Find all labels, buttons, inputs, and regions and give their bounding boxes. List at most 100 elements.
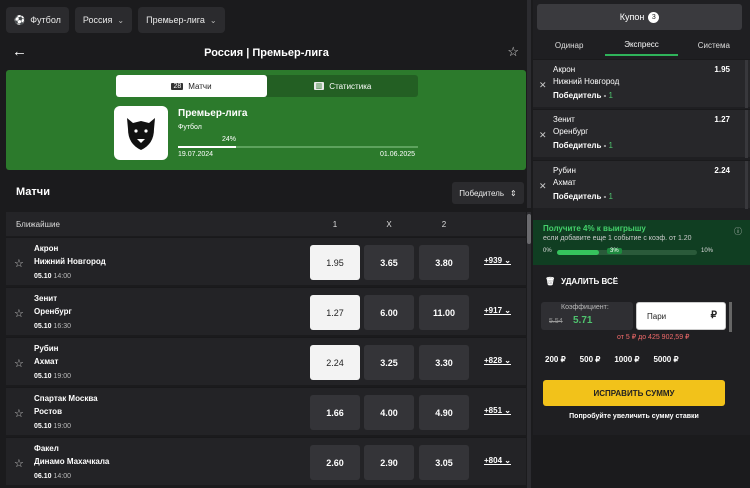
bet-odd: 1.95 (714, 65, 730, 74)
coupon-scrollbar[interactable] (729, 302, 732, 332)
bet-list-scrollbar[interactable] (745, 60, 748, 108)
sort-updown-icon: ⇕ (510, 188, 517, 198)
page-title: Россия | Премьер-лига (204, 47, 329, 59)
breadcrumb-football[interactable]: ⚽ Футбол (6, 7, 69, 33)
odd-x-button[interactable]: 3.25 (364, 345, 414, 380)
list-header: Ближайшие 1 X 2 (6, 212, 526, 236)
season-progress-fill (178, 146, 236, 148)
tab-system[interactable]: Система (678, 34, 750, 56)
match-row: ☆ Зенит Оренбург 05.10 16:30 1.27 6.00 1… (6, 287, 526, 335)
info-icon[interactable]: ⓘ (734, 226, 742, 237)
express-bonus-promo: Получите 4% к выигрышу если добавите еще… (533, 220, 750, 265)
section-title: Матчи (16, 186, 50, 198)
bet-item: ✕ Акрон Нижний Новгород Победитель - 1 1… (533, 59, 750, 108)
match-row: ☆ Спартак Москва Ростов 05.10 19:00 1.66… (6, 387, 526, 435)
favorite-star-icon[interactable]: ☆ (14, 307, 24, 320)
odd-1-button[interactable]: 2.24 (310, 345, 360, 380)
coupon-header[interactable]: Купон 3 (537, 4, 742, 30)
tab-express[interactable]: Экспресс (605, 34, 678, 56)
trash-icon: 🗑 (545, 277, 556, 286)
fix-amount-button[interactable]: ИСПРАВИТЬ СУММУ (543, 380, 725, 406)
quick-amounts: 200 ₽ 500 ₽ 1000 ₽ 5000 ₽ (545, 355, 679, 364)
scrollbar-thumb[interactable] (527, 214, 531, 244)
odd-1-button[interactable]: 1.95 (310, 245, 360, 280)
quick-amount-button[interactable]: 200 ₽ (545, 355, 566, 364)
remove-bet-icon[interactable]: ✕ (539, 80, 547, 91)
scrollbar-top[interactable] (527, 0, 531, 208)
odd-1-button[interactable]: 1.27 (310, 295, 360, 330)
favorite-star-icon[interactable]: ☆ (14, 407, 24, 420)
favorite-star-icon[interactable]: ☆ (14, 457, 24, 470)
breadcrumb-country-dropdown[interactable]: Россия ⌄ (74, 7, 133, 33)
bet-list-scrollbar[interactable] (745, 110, 748, 158)
odd-x-button[interactable]: 4.00 (364, 395, 414, 430)
odd-2-button[interactable]: 3.30 (419, 345, 469, 380)
odd-1-button[interactable]: 2.60 (310, 445, 360, 480)
odd-1-button[interactable]: 1.66 (310, 395, 360, 430)
odd-2-button[interactable]: 3.80 (419, 245, 469, 280)
quick-amount-button[interactable]: 1000 ₽ (614, 355, 639, 364)
bet-item: ✕ Зенит Оренбург Победитель - 1 1.27 (533, 109, 750, 158)
back-arrow-icon[interactable]: ← (12, 43, 27, 60)
bonus-progress-fill (557, 250, 599, 255)
tab-statistics[interactable]: ▥ Статистика (267, 75, 418, 97)
odd-x-button[interactable]: 6.00 (364, 295, 414, 330)
season-start-date: 19.07.2024 (178, 151, 214, 158)
odd-2-button[interactable]: 4.90 (419, 395, 469, 430)
odd-x-button[interactable]: 2.90 (364, 445, 414, 480)
more-markets-link[interactable]: +828 ⌄ (484, 356, 511, 365)
favorite-star-icon[interactable]: ☆ (14, 357, 24, 370)
remove-bet-icon[interactable]: ✕ (539, 181, 547, 192)
delete-all-button[interactable]: 🗑 УДАЛИТЬ ВСЁ (545, 277, 618, 286)
soccer-ball-icon: ⚽ (14, 14, 26, 25)
chevron-down-icon: ⌄ (117, 15, 125, 25)
quick-amount-button[interactable]: 500 ₽ (580, 355, 601, 364)
league-name: Премьер-лига (178, 108, 248, 119)
bear-logo-icon (127, 118, 155, 150)
tab-single[interactable]: Одинар (533, 34, 605, 56)
breadcrumb: ⚽ Футбол Россия ⌄ Премьер-лига ⌄ (0, 0, 533, 40)
bet-type-tabs: Одинар Экспресс Система (533, 34, 750, 56)
stats-icon: ▥ (313, 82, 325, 90)
coupon-count-badge: 3 (648, 11, 660, 23)
match-row: ☆ Акрон Нижний Новгород 05.10 14:00 1.95… (6, 237, 526, 285)
favorite-star-icon[interactable]: ☆ (507, 44, 519, 60)
currency-symbol: ₽ (710, 310, 717, 321)
league-banner: 28 Матчи ▥ Статистика Премьер-лига Футбо… (6, 70, 526, 170)
match-list-scrollbar[interactable] (527, 212, 531, 488)
market-select[interactable]: Победитель ⇕ (452, 182, 524, 204)
page-header: ← Россия | Премьер-лига ☆ (0, 40, 533, 66)
bet-odd: 2.24 (714, 166, 730, 175)
fix-amount-hint: Попробуйте увеличить сумму ставки (569, 413, 699, 420)
more-markets-link[interactable]: +939 ⌄ (484, 256, 511, 265)
league-logo (114, 106, 168, 160)
favorite-star-icon[interactable]: ☆ (14, 257, 24, 270)
total-coefficient: Коэффициент: 5.54 5.71 (541, 302, 633, 330)
matches-icon: 28 (171, 82, 184, 90)
tab-matches[interactable]: 28 Матчи (116, 75, 267, 97)
breadcrumb-league-dropdown[interactable]: Премьер-лига ⌄ (138, 7, 225, 33)
match-row: ☆ Факел Динамо Махачкала 06.10 14:00 2.6… (6, 437, 526, 485)
season-progress-bar (178, 146, 418, 148)
stake-range-hint: от 5 ₽ до 425 902,59 ₽ (617, 334, 690, 341)
bet-item: ✕ Рубин Ахмат Победитель - 1 2.24 (533, 160, 750, 209)
odd-2-button[interactable]: 11.00 (419, 295, 469, 330)
bonus-progress-bar: 3% (557, 248, 697, 255)
match-row: ☆ Рубин Ахмат 05.10 19:00 2.24 3.25 3.30… (6, 337, 526, 385)
league-sport: Футбол (178, 124, 202, 131)
odd-x-button[interactable]: 3.65 (364, 245, 414, 280)
season-progress-label: 24% (222, 136, 237, 143)
banner-tabs: 28 Матчи ▥ Статистика (116, 75, 418, 97)
remove-bet-icon[interactable]: ✕ (539, 130, 547, 141)
bet-slip: Купон 3 Одинар Экспресс Система ✕ Акрон … (533, 0, 750, 435)
quick-amount-button[interactable]: 5000 ₽ (653, 355, 678, 364)
more-markets-link[interactable]: +851 ⌄ (484, 406, 511, 415)
season-end-date: 01.06.2025 (380, 151, 416, 158)
chevron-down-icon: ⌄ (209, 15, 217, 25)
more-markets-link[interactable]: +804 ⌄ (484, 456, 511, 465)
odd-2-button[interactable]: 3.05 (419, 445, 469, 480)
bet-odd: 1.27 (714, 115, 730, 124)
more-markets-link[interactable]: +917 ⌄ (484, 306, 511, 315)
stake-input[interactable]: Пари ₽ (636, 302, 726, 330)
bet-list-scrollbar[interactable] (745, 161, 748, 209)
